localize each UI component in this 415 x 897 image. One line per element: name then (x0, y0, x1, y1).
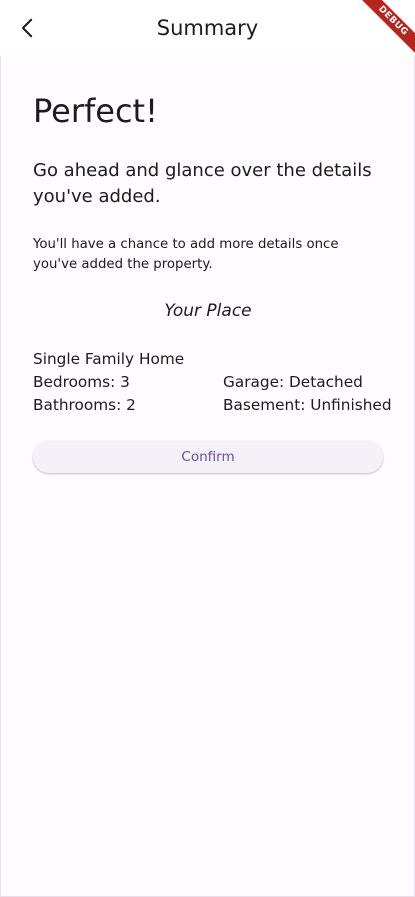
property-type: Single Family Home (33, 350, 185, 368)
confirm-button-label: Confirm (181, 449, 235, 465)
info-note: You'll have a chance to add more details… (33, 237, 339, 272)
page-title: Summary (156, 16, 259, 40)
subheading: Go ahead and glance over the details you… (33, 160, 372, 207)
details-row: Bathrooms: 2 Basement: Unfinished (33, 394, 392, 417)
app-bar: Summary (0, 0, 415, 56)
bathrooms-value: Bathrooms: 2 (33, 396, 136, 414)
garage-value: Garage: Detached (223, 373, 363, 391)
place-title: Your Place (164, 301, 252, 321)
bedrooms-value: Bedrooms: 3 (33, 373, 130, 391)
heading: Perfect! (33, 92, 158, 130)
details-row: Bedrooms: 3 Garage: Detached (33, 371, 383, 394)
confirm-button[interactable]: Confirm (33, 441, 383, 473)
property-type-row: Single Family Home (33, 348, 383, 371)
basement-value: Basement: Unfinished (223, 396, 392, 414)
property-details: Single Family Home Bedrooms: 3 Garage: D… (33, 348, 392, 417)
